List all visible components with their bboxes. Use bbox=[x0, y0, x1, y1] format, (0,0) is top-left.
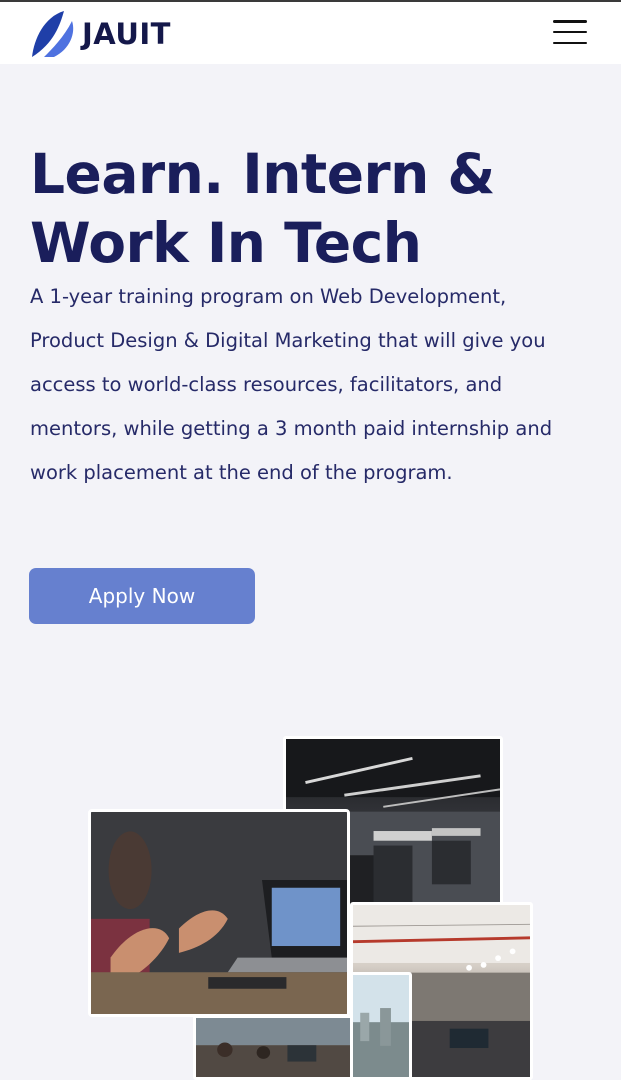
brand-logo[interactable]: JAUIT bbox=[30, 8, 171, 60]
city-window-photo bbox=[350, 972, 412, 1080]
description-line: mentors, while getting a 3 month paid in… bbox=[30, 417, 553, 440]
menu-line bbox=[553, 41, 587, 44]
hero-title-line-2: Work In Tech bbox=[30, 211, 422, 275]
menu-line bbox=[553, 20, 587, 23]
coworking-space-photo bbox=[193, 1015, 353, 1080]
description-line: work placement at the end of the program… bbox=[30, 461, 453, 484]
hero-title: Learn. Intern & Work In Tech bbox=[30, 140, 590, 278]
site-header: JAUIT bbox=[0, 0, 621, 64]
apply-now-button[interactable]: Apply Now bbox=[29, 568, 255, 624]
feather-leaf-logo-icon bbox=[32, 11, 74, 57]
description-line: Product Design & Digital Marketing that … bbox=[30, 329, 546, 352]
meeting-laptop-photo bbox=[88, 809, 350, 1017]
menu-line bbox=[553, 30, 587, 34]
description-line: A 1-year training program on Web Develop… bbox=[30, 285, 507, 308]
hero-title-line-1: Learn. Intern & bbox=[30, 142, 495, 206]
hero-description: A 1-year training program on Web Develop… bbox=[30, 275, 595, 495]
brand-name: JAUIT bbox=[82, 17, 171, 51]
hamburger-menu-icon[interactable] bbox=[553, 20, 587, 44]
description-line: access to world-class resources, facilit… bbox=[30, 373, 503, 396]
